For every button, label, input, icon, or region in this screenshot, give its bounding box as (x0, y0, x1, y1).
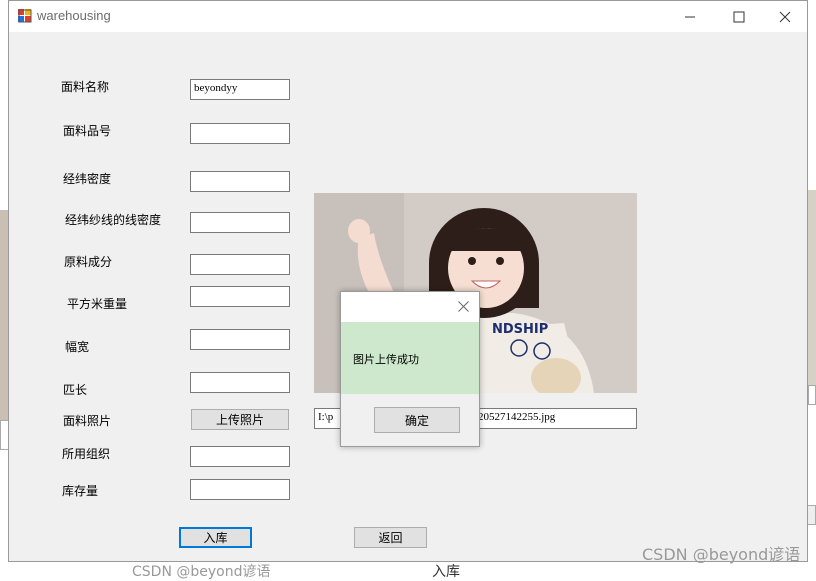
close-icon (779, 11, 791, 22)
maximize-icon (733, 11, 745, 22)
photo-label: 面料照片 (63, 414, 112, 428)
dialog-ok-button[interactable]: 确定 (374, 407, 460, 433)
back-button[interactable]: 返回 (354, 527, 427, 548)
fabric-name-input[interactable]: beyondyy (190, 79, 290, 100)
organization-label: 所用组织 (62, 447, 111, 461)
width-label: 幅宽 (65, 340, 90, 354)
background-button-partial: 入库 (432, 564, 460, 580)
minimize-icon (685, 16, 695, 17)
warp-weft-density-input[interactable] (190, 171, 290, 192)
app-icon (18, 9, 32, 23)
in-stock-button[interactable]: 入库 (179, 527, 252, 548)
background-window-right (808, 190, 816, 390)
length-label: 匹长 (63, 383, 88, 397)
yarn-density-label: 经纬纱线的线密度 (65, 213, 162, 227)
dialog-close-button[interactable] (453, 296, 473, 316)
warehousing-window: warehousing 面料名称 面料品号 经纬密度 经纬纱线的线密度 原料成分… (8, 0, 808, 562)
background-field-right (808, 385, 816, 405)
svg-text:NDSHIP: NDSHIP (492, 322, 548, 337)
close-icon (457, 300, 469, 312)
dialog-title-bar[interactable] (341, 292, 479, 322)
message-dialog: 图片上传成功 确定 (340, 291, 480, 447)
stock-label: 库存量 (62, 484, 99, 498)
csdn-watermark: CSDN @beyond谚语 (642, 545, 801, 564)
stock-input[interactable] (190, 479, 290, 500)
fabric-name-label: 面料名称 (61, 80, 110, 94)
organization-input[interactable] (190, 446, 290, 467)
maximize-button[interactable] (716, 1, 762, 32)
background-watermark-partial: CSDN @beyond谚语 (132, 564, 271, 580)
photo-path-right: 20527142255.jpg (478, 411, 556, 423)
title-bar[interactable]: warehousing (9, 1, 807, 32)
length-input[interactable] (190, 372, 290, 393)
minimize-button[interactable] (667, 1, 713, 32)
close-button[interactable] (762, 1, 808, 32)
width-input[interactable] (190, 329, 290, 350)
dialog-message: 图片上传成功 (353, 353, 419, 366)
fabric-number-label: 面料品号 (63, 124, 112, 138)
weight-label: 平方米重量 (67, 297, 128, 311)
yarn-density-input[interactable] (190, 212, 290, 233)
photo-path-left: I:\p (318, 411, 334, 423)
material-input[interactable] (190, 254, 290, 275)
upload-photo-button[interactable]: 上传照片 (191, 409, 289, 430)
fabric-number-input[interactable] (190, 123, 290, 144)
warp-weft-density-label: 经纬密度 (63, 172, 112, 186)
window-title: warehousing (37, 8, 111, 23)
dialog-body: 图片上传成功 (341, 322, 479, 394)
material-label: 原料成分 (64, 255, 113, 269)
background-window-left (0, 210, 8, 420)
weight-input[interactable] (190, 286, 290, 307)
